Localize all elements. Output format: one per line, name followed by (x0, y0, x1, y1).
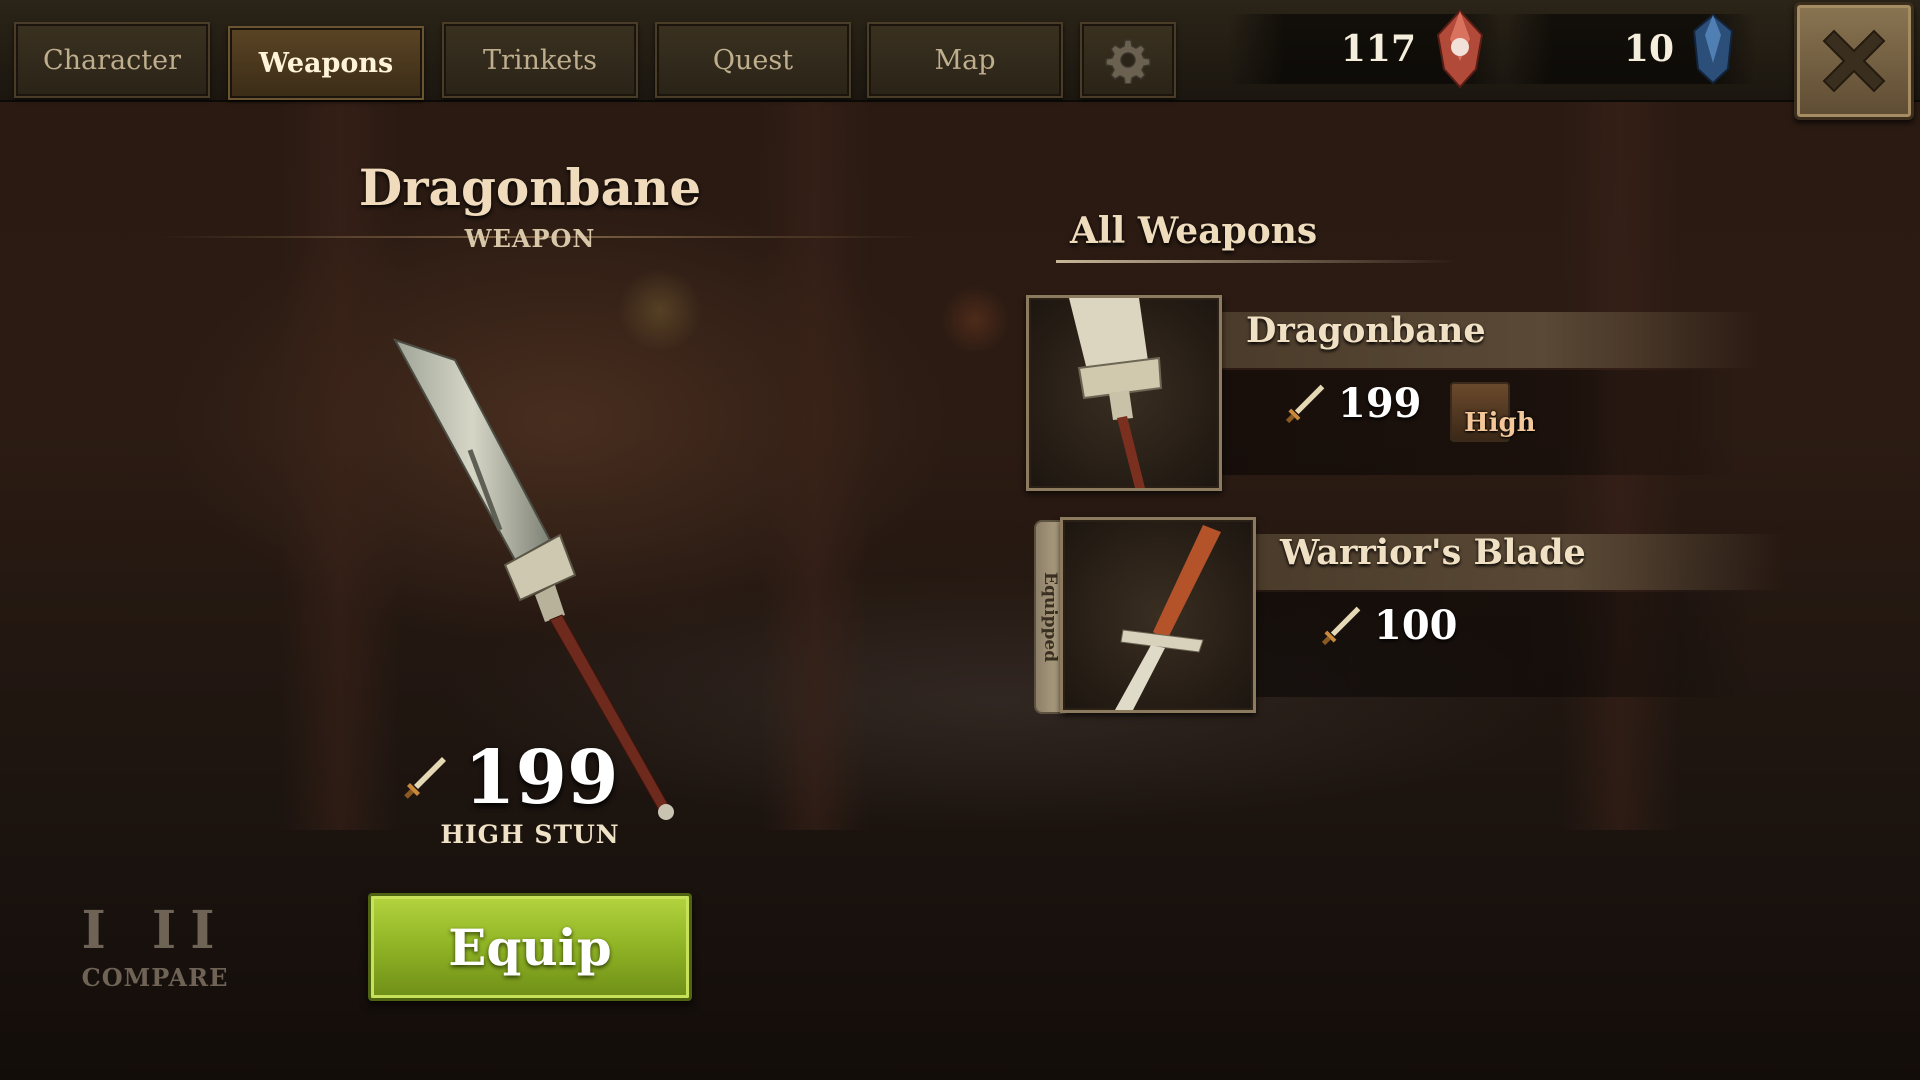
weapon-thumbnail (1026, 295, 1222, 491)
tab-character[interactable]: Character (14, 22, 210, 98)
blue-gem-icon (1692, 13, 1734, 85)
selected-damage-value: 199 (464, 735, 619, 821)
weapon-name: Warrior's Blade (1280, 532, 1586, 573)
weapon-list-item[interactable]: Dragonbane 199 High (1020, 290, 1780, 500)
weapon-damage: 199 (1282, 380, 1422, 427)
sword-icon (1285, 384, 1325, 423)
blue-gem-count: 10 (1623, 28, 1674, 70)
gear-icon (1105, 39, 1151, 84)
weapon-list-item[interactable]: Equipped Warrior's Blade 100 (1030, 512, 1790, 722)
blue-gem-counter: 10 (1500, 13, 1756, 85)
warriors-blade-thumbnail-image (1115, 525, 1221, 710)
red-gem-icon (1436, 9, 1484, 89)
item-type: WEAPON (464, 224, 596, 253)
equipped-label: Equipped (1040, 571, 1060, 663)
selected-stun-label: HIGH STUN (440, 820, 620, 849)
equip-button[interactable]: Equip (368, 893, 692, 1001)
stun-level-label: High (1464, 408, 1536, 438)
top-navigation-bar: Character Weapons Trinkets Quest Map 117… (0, 0, 1920, 120)
compare-numerals: I II (81, 900, 229, 961)
weapon-name: Dragonbane (1246, 310, 1486, 351)
close-icon (1822, 29, 1886, 93)
tab-map[interactable]: Map (867, 22, 1063, 98)
list-title-divider (1056, 260, 1456, 263)
weapon-damage-value: 100 (1374, 602, 1458, 649)
sword-icon (1321, 606, 1361, 645)
selected-damage-stat: 199 (400, 735, 618, 821)
weapons-list-title: All Weapons (1070, 210, 1318, 252)
tab-trinkets[interactable]: Trinkets (442, 22, 638, 98)
dragonbane-thumbnail-image (1069, 298, 1163, 488)
tab-quest[interactable]: Quest (655, 22, 851, 98)
close-button[interactable] (1794, 2, 1914, 120)
compare-label: COMPARE (81, 963, 229, 992)
weapon-damage-value: 199 (1338, 380, 1422, 427)
compare-button[interactable]: I II COMPARE (80, 900, 230, 992)
weapon-damage: 100 (1318, 602, 1458, 649)
weapon-thumbnail (1060, 517, 1256, 713)
red-gem-count: 117 (1340, 28, 1416, 70)
tab-weapons[interactable]: Weapons (228, 26, 424, 100)
settings-button[interactable] (1080, 22, 1176, 98)
red-gem-counter: 117 (1228, 9, 1508, 89)
sword-icon (404, 757, 446, 799)
item-title: Dragonbane (358, 158, 702, 217)
